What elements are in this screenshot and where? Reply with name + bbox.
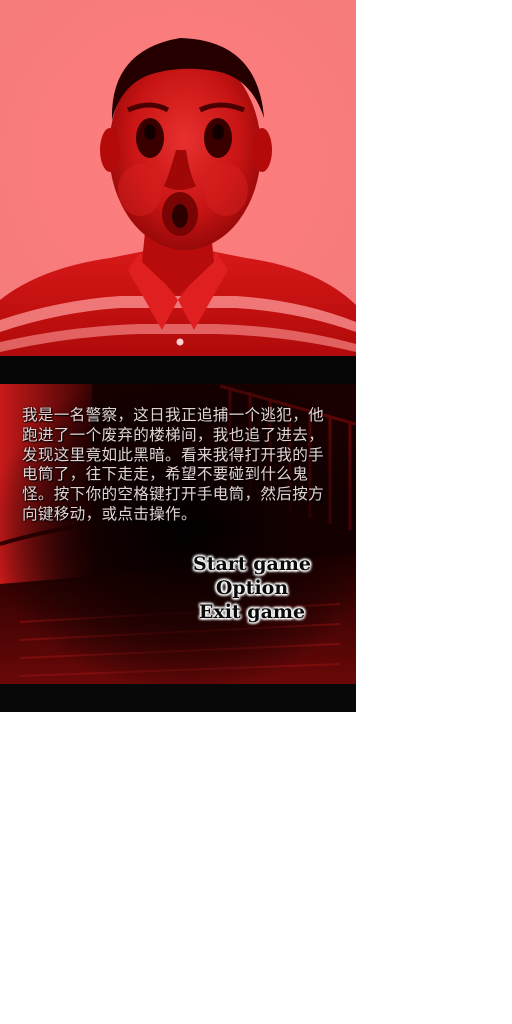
portrait-illustration bbox=[0, 0, 356, 356]
letterbox-top bbox=[0, 356, 356, 384]
main-menu: Start game Option Exit game bbox=[186, 552, 318, 624]
exit-game-button[interactable]: Exit game bbox=[186, 600, 318, 624]
title-scene: 我是一名警察，这日我正追捕一个逃犯，他跑进了一个废弃的楼梯间，我也追了进去，发现… bbox=[0, 356, 356, 712]
option-button[interactable]: Option bbox=[186, 576, 318, 600]
start-game-button[interactable]: Start game bbox=[186, 552, 318, 576]
letterbox-bottom bbox=[0, 684, 356, 712]
portrait-image bbox=[0, 0, 356, 356]
game-screen: 我是一名警察，这日我正追捕一个逃犯，他跑进了一个废弃的楼梯间，我也追了进去，发现… bbox=[0, 0, 356, 712]
intro-story-text: 我是一名警察，这日我正追捕一个逃犯，他跑进了一个废弃的楼梯间，我也追了进去，发现… bbox=[22, 406, 324, 523]
